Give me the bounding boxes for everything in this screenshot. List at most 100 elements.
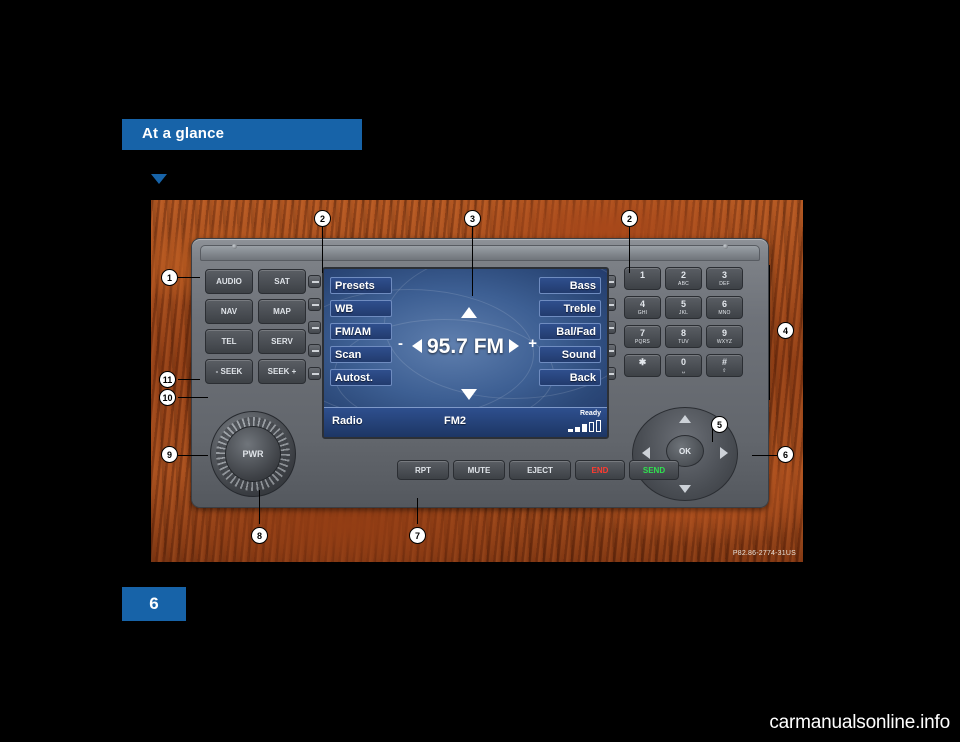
- left-keypad: AUDIO SAT NAV MAP TEL SERV - SEEK SEEK +: [205, 269, 310, 394]
- callout-7: 7: [409, 527, 426, 544]
- leader-line-2a: [322, 221, 323, 273]
- softkey-tab-left-2[interactable]: [308, 298, 321, 311]
- callout-6: 6: [777, 446, 794, 463]
- softbutton-presets[interactable]: Presets: [330, 277, 392, 294]
- numkey-7[interactable]: 7 PQRS: [624, 325, 661, 348]
- leader-line-8: [259, 490, 260, 524]
- status-band-label: FM2: [444, 415, 466, 427]
- numkey-2-letters: ABC: [678, 281, 689, 287]
- leader-line-3: [472, 221, 473, 296]
- dpad-down-icon[interactable]: [679, 485, 691, 493]
- numkey-0-sub: ␣: [681, 368, 686, 374]
- signal-strength-icon: [568, 420, 601, 432]
- screen-status-bar: Radio FM2 Ready: [324, 407, 607, 437]
- numkey-6[interactable]: 6 MNO: [706, 296, 743, 319]
- key-tel[interactable]: TEL: [205, 329, 253, 354]
- dpad-left-icon[interactable]: [642, 447, 650, 459]
- status-ready-label: Ready: [579, 410, 601, 417]
- callout-1: 1: [161, 269, 178, 286]
- key-audio[interactable]: AUDIO: [205, 269, 253, 294]
- callout-2-left: 2: [314, 210, 331, 227]
- numkey-6-digit: 6: [721, 299, 727, 309]
- power-button[interactable]: PWR: [225, 426, 281, 482]
- softbutton-autostore[interactable]: Autost.: [330, 369, 392, 386]
- softbutton-back[interactable]: Back: [539, 369, 601, 386]
- section-marker-icon: [151, 174, 167, 184]
- watermark: carmanualsonline.info: [769, 712, 950, 733]
- numkey-9-letters: WXYZ: [716, 339, 733, 345]
- callout-4: 4: [777, 322, 794, 339]
- leader-line-11: [178, 379, 200, 380]
- button-mute[interactable]: MUTE: [453, 460, 505, 480]
- numkey-9-digit: 9: [721, 328, 727, 338]
- numkey-0-digit: 0: [680, 357, 686, 367]
- numkey-hash[interactable]: # ⇧: [706, 354, 743, 377]
- figure-reference-code: P82.86-2774-31US: [732, 550, 796, 557]
- numkey-8-letters: TUV: [678, 339, 689, 345]
- power-volume-knob[interactable]: PWR: [210, 411, 296, 497]
- key-seek-back[interactable]: - SEEK: [205, 359, 253, 384]
- leader-line-2b: [629, 221, 630, 273]
- numkey-5-letters: JKL: [678, 310, 689, 316]
- page-number: 6: [122, 587, 186, 621]
- softkey-tab-left-5[interactable]: [308, 367, 321, 380]
- leader-line-10: [178, 397, 208, 398]
- softkey-tab-left-4[interactable]: [308, 344, 321, 357]
- figure-head-unit: AUDIO SAT NAV MAP TEL SERV - SEEK SEEK +: [151, 200, 803, 562]
- numkey-3-letters: DEF: [719, 281, 730, 287]
- button-end-call[interactable]: END: [575, 460, 625, 480]
- leader-line-7: [417, 498, 418, 524]
- numkey-5[interactable]: 5 JKL: [665, 296, 702, 319]
- callout-3: 3: [464, 210, 481, 227]
- head-unit-top-trim: [200, 245, 760, 261]
- softbutton-wb[interactable]: WB: [330, 300, 392, 317]
- screen-arrow-up-icon: [461, 307, 477, 318]
- numkey-0[interactable]: 0 ␣: [665, 354, 702, 377]
- leader-line-1: [178, 277, 200, 278]
- softkey-tab-left-1[interactable]: [308, 275, 321, 288]
- key-sat[interactable]: SAT: [258, 269, 306, 294]
- head-unit: AUDIO SAT NAV MAP TEL SERV - SEEK SEEK +: [191, 238, 769, 508]
- status-source-label: Radio: [332, 415, 363, 427]
- callout-11: 11: [159, 371, 176, 388]
- key-serv[interactable]: SERV: [258, 329, 306, 354]
- numkey-4-digit: 4: [639, 299, 645, 309]
- numkey-8[interactable]: 8 TUV: [665, 325, 702, 348]
- button-send-call[interactable]: SEND: [629, 460, 679, 480]
- display-screen: Presets WB FM/AM Scan Autost. Bass Trebl…: [322, 267, 609, 439]
- document-page: At a glance 6 AUDIO SAT NAV MAP TEL SERV…: [0, 0, 960, 742]
- key-nav[interactable]: NAV: [205, 299, 253, 324]
- key-map[interactable]: MAP: [258, 299, 306, 324]
- numkey-5-digit: 5: [680, 299, 686, 309]
- softbutton-treble[interactable]: Treble: [539, 300, 601, 317]
- key-seek-forward[interactable]: SEEK +: [258, 359, 306, 384]
- numkey-4-letters: GHI: [637, 310, 648, 316]
- numkey-7-letters: PQRS: [635, 339, 650, 345]
- frequency-readout: 95.7 FM: [426, 335, 505, 358]
- softkey-tab-left-3[interactable]: [308, 321, 321, 334]
- numkey-8-digit: 8: [680, 328, 686, 338]
- numkey-3-digit: 3: [721, 270, 727, 280]
- numkey-3[interactable]: 3 DEF: [706, 267, 743, 290]
- numkey-2-digit: 2: [680, 270, 686, 280]
- numkey-star-glyph: ✱: [638, 357, 647, 367]
- callout-8: 8: [251, 527, 268, 544]
- leader-line-4: [769, 265, 770, 400]
- button-repeat[interactable]: RPT: [397, 460, 449, 480]
- numkey-2[interactable]: 2 ABC: [665, 267, 702, 290]
- dpad-right-icon[interactable]: [720, 447, 728, 459]
- numkey-hash-sub: ⇧: [722, 368, 727, 374]
- numkey-9[interactable]: 9 WXYZ: [706, 325, 743, 348]
- numkey-1-digit: 1: [639, 270, 645, 280]
- numkey-7-digit: 7: [639, 328, 645, 338]
- softbutton-bass[interactable]: Bass: [539, 277, 601, 294]
- numkey-star[interactable]: ✱: [624, 354, 661, 377]
- button-eject[interactable]: EJECT: [509, 460, 571, 480]
- screen-background: Presets WB FM/AM Scan Autost. Bass Trebl…: [324, 269, 607, 437]
- dpad-up-icon[interactable]: [679, 415, 691, 423]
- numkey-6-letters: MNO: [718, 310, 731, 316]
- numkey-4[interactable]: 4 GHI: [624, 296, 661, 319]
- callout-5: 5: [711, 416, 728, 433]
- screw-icon-left: [232, 244, 237, 249]
- leader-line-9: [178, 455, 208, 456]
